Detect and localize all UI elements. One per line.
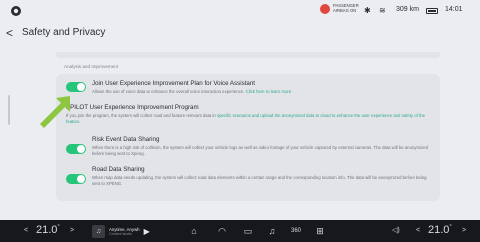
music-meta: Anytime, Anywh Content studio [109,227,140,236]
learn-more-link[interactable]: Click here to learn more [246,89,292,94]
left-temperature[interactable]: 21.0° [36,224,60,236]
left-temp-value: 21.0 [36,224,58,236]
app-drawer-icon[interactable]: ▭ [242,225,254,237]
battery-icon [426,8,438,14]
page-title: Safety and Privacy [22,27,106,38]
left-temp-up-button[interactable]: > [70,227,74,234]
previous-card-edge [56,52,440,58]
volume-icon[interactable]: ◁) [392,226,400,234]
taskbar: < 21.0° > ♫ Anytime, Anywh Content studi… [0,220,480,242]
wifi-icon: ≋ [379,6,386,15]
section-label: Analysis and Improvement [64,64,119,69]
settings-panel: Analysis and Improvement Join User Exper… [56,52,468,201]
status-bar: PASSENGER AIRBAG ON ✱ ≋ 309 km 14:01 [0,0,480,22]
brand-logo-icon [11,6,21,16]
clock: 14:01 [445,6,463,13]
360-view-icon[interactable]: 360 [290,225,302,237]
road-data-desc: When map data needs updating, the system… [92,175,427,186]
risk-event-toggle[interactable] [66,144,86,154]
voice-plan-desc: Allows the use of voice data to enhance … [92,89,432,95]
music-note-icon: ♫ [92,224,105,238]
music-widget[interactable]: ♫ Anytime, Anywh Content studio ▶ [92,223,156,239]
left-degree: ° [57,224,60,231]
toggle-knob [77,145,85,153]
right-degree: ° [449,224,452,231]
voice-plan-title: Join User Experience Improvement Plan fo… [92,80,256,87]
risk-event-desc: When there is a high risk of collision, … [92,145,428,156]
right-temp-down-button[interactable]: < [416,227,420,234]
car-icon[interactable]: ◠ [216,225,228,237]
left-temp-down-button[interactable]: < [24,227,28,234]
music-icon[interactable]: ♫ [266,225,278,237]
range-readout: 309 km [396,6,419,13]
airbag-indicator: PASSENGER AIRBAG ON [320,4,359,14]
right-temperature[interactable]: 21.0° [428,224,452,236]
scrollbar[interactable] [8,95,10,125]
xpilot-desc-end: . [79,118,81,124]
grid-icon[interactable]: ⊞ [314,225,326,237]
voice-plan-toggle[interactable] [66,82,86,92]
voice-plan-desc-text: Allows the use of voice data to enhance … [92,89,246,94]
xpilot-program-title: XPILOT User Experience Improvement Progr… [66,104,199,111]
road-data-title: Road Data Sharing [92,166,145,173]
bluetooth-icon: ✱ [364,6,371,15]
right-temp-value: 21.0 [428,224,450,236]
toggle-knob [77,175,85,183]
home-icon[interactable]: ⌂ [188,225,200,237]
play-button[interactable]: ▶ [144,227,150,236]
xpilot-program-desc: If you join the program, the system will… [66,113,436,124]
pointer-arrow-icon [40,96,70,128]
airbag-text: PASSENGER AIRBAG ON [333,3,359,13]
xpilot-desc-text: If you join the program, the system will… [66,113,217,118]
road-data-toggle[interactable] [66,174,86,184]
airbag-icon [320,4,330,14]
page-header: < Safety and Privacy [0,22,480,48]
risk-event-title: Risk Event Data Sharing [92,136,160,143]
toggle-knob [77,83,85,91]
analysis-card: Join User Experience Improvement Plan fo… [56,74,440,201]
back-button[interactable]: < [6,26,20,40]
music-subtitle: Content studio [109,231,133,236]
right-temp-up-button[interactable]: > [462,227,466,234]
